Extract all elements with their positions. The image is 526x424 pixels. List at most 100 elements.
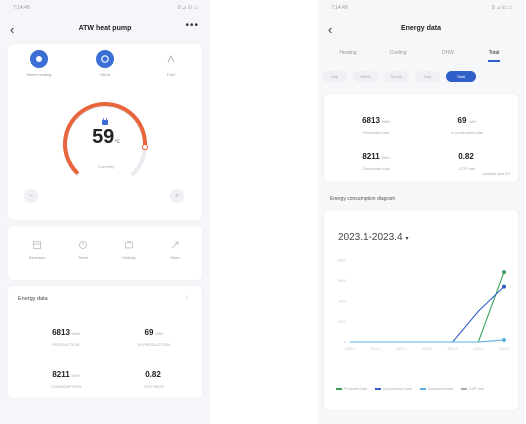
- stat-label: PRODUCTION: [52, 342, 80, 347]
- temperature-unit: ℃: [114, 139, 120, 145]
- stat-label: IN PRODUCTION: [138, 342, 170, 347]
- stat-label: Consumed total: [361, 166, 390, 171]
- stat-label: COP rate: [458, 166, 476, 171]
- chevron-down-icon: ▾: [405, 236, 409, 242]
- energy-card[interactable]: Energy data › 6813 kWh PRODUCTION 69 kWh I…: [8, 286, 202, 398]
- more-icon[interactable]: •••: [185, 20, 199, 31]
- function-more[interactable]: More: [160, 238, 190, 260]
- x-tick-label: 2023.4: [473, 347, 484, 351]
- function-label: Holiday: [122, 255, 136, 260]
- y-tick-label: 4000: [338, 300, 346, 304]
- stat-value: 69: [144, 328, 154, 337]
- water-heating-icon: [30, 50, 48, 68]
- stat-label: COP RATE: [143, 384, 165, 389]
- date-range-selector[interactable]: 2023.1-2023.4 ▾: [338, 232, 409, 243]
- stat-unit: kWh: [71, 331, 80, 336]
- diagram-title: Energy consumption diagram: [330, 196, 396, 202]
- function-holiday[interactable]: Holiday: [114, 238, 144, 260]
- legend-label: COP rate: [468, 386, 484, 391]
- x-tick-label: 2023.1: [370, 347, 381, 351]
- dial-heat-icon: [100, 114, 110, 125]
- tab-cooling[interactable]: Cooling: [378, 50, 418, 56]
- energy-stat: 6813 kWh Produced total: [346, 110, 406, 135]
- update-note: Updated data 0:0: [482, 172, 510, 176]
- more-icon: [160, 238, 190, 252]
- chevron-right-icon: ›: [185, 294, 188, 301]
- temperature-readout: 59℃: [78, 126, 134, 149]
- energy-stat: 6813 kWh PRODUCTION: [36, 322, 96, 347]
- y-tick-label: 8000: [338, 259, 346, 263]
- control-card: Water heating Silent Fast 59℃ Currently: [8, 44, 202, 220]
- energy-line-chart: 0 2000 4000 6000 8000 2023.1 2023.1 2023.2 2023.…: [338, 259, 510, 352]
- legend-label: Produced total: [344, 386, 368, 391]
- stat-value: 6813: [52, 328, 70, 337]
- stat-value: 69: [457, 116, 467, 125]
- mode-label: Silent: [99, 72, 110, 77]
- x-tick-label: 2023.1: [345, 347, 356, 351]
- stat-value: 6813: [362, 116, 380, 125]
- legend-label: Consumed total: [427, 386, 453, 391]
- legend-swatch: [336, 388, 342, 390]
- function-label: More: [170, 255, 180, 260]
- legend-item: Produced total: [336, 386, 367, 393]
- energy-stat: 8211 kWh Consumed total: [346, 146, 406, 171]
- function-timer[interactable]: Timer: [68, 238, 98, 260]
- status-bar: 7:14:49 8 ⊿ ⊡ ▭: [318, 0, 524, 14]
- stat-unit: kWh: [381, 155, 390, 160]
- chip-week[interactable]: Week: [353, 71, 378, 82]
- mode-label: Water heating: [26, 72, 52, 77]
- legend-swatch: [460, 388, 467, 390]
- status-time: 7:14:49: [331, 5, 348, 11]
- stat-value: 0.82: [145, 370, 161, 379]
- stats-card: 6813 kWh Produced total 69 kWh In producti…: [324, 94, 518, 182]
- series-point: [502, 284, 506, 289]
- tab-heating[interactable]: Heating: [328, 50, 368, 56]
- tab-dhw[interactable]: DHW: [428, 50, 468, 56]
- chip-total[interactable]: Total: [446, 71, 476, 82]
- schedule-icon: [22, 238, 52, 252]
- tab-total[interactable]: Total: [474, 50, 514, 56]
- chip-month[interactable]: Month: [384, 71, 409, 82]
- tab-bar: Heating Cooling DHW Total: [318, 46, 524, 66]
- series-point: [502, 337, 506, 342]
- diagram-card: 2023.1-2023.4 ▾ 0 2000 4000 6000 8000 2023.1 20…: [324, 210, 518, 410]
- legend-item: Consumed total: [419, 386, 453, 393]
- series-line: [350, 339, 505, 343]
- energy-stat: 0.82 COP RATE: [124, 364, 184, 389]
- stat-label: In production total: [451, 130, 483, 135]
- stat-unit: kWh: [468, 119, 477, 124]
- series-point: [502, 270, 506, 275]
- x-tick-label: 2023.2: [396, 347, 407, 351]
- energy-card-title: Energy data: [18, 296, 48, 302]
- x-tick-label: 2023.4: [499, 347, 510, 351]
- status-icons: 8 ⊿ ⊡ ▭: [491, 5, 512, 11]
- plus-button[interactable]: +: [170, 189, 184, 203]
- energy-stat: 69 kWh IN PRODUCTION: [124, 322, 184, 347]
- chip-day[interactable]: Day: [322, 71, 347, 82]
- stat-unit: kWh: [71, 373, 80, 378]
- temperature-value: 59: [92, 126, 115, 148]
- mode-water-heating[interactable]: Water heating: [14, 50, 64, 77]
- tab-active-indicator: [488, 60, 500, 62]
- function-schedule[interactable]: Schedule: [22, 238, 52, 260]
- energy-stat: 0.82 COP rate: [432, 146, 502, 171]
- heat-pump-screen: 7:14:49 8 ⊿ ⊡ ▭ ‹ ATW heat pump ••• Wate…: [0, 0, 210, 424]
- stat-unit: kWh: [381, 119, 390, 124]
- page-title: ATW heat pump: [78, 25, 132, 32]
- stat-value: 8211: [362, 152, 380, 161]
- status-time: 7:14:49: [13, 5, 30, 11]
- series-line: [350, 271, 505, 343]
- y-tick-label: 0: [344, 341, 346, 345]
- chip-year[interactable]: Year: [415, 71, 440, 82]
- x-tick-label: 2023.3: [447, 347, 458, 351]
- function-label: Schedule: [28, 255, 46, 260]
- nav-bar: ‹ ATW heat pump •••: [0, 18, 210, 42]
- stat-value: 0.82: [458, 152, 474, 161]
- status-icons: 8 ⊿ ⊡ ▭: [177, 5, 198, 11]
- function-label: Timer: [77, 255, 89, 260]
- legend-swatch: [375, 388, 382, 390]
- minus-button[interactable]: −: [24, 189, 38, 203]
- mode-fast[interactable]: Fast: [146, 50, 196, 77]
- mode-silent[interactable]: Silent: [80, 50, 130, 77]
- stat-value: 8211: [52, 370, 70, 379]
